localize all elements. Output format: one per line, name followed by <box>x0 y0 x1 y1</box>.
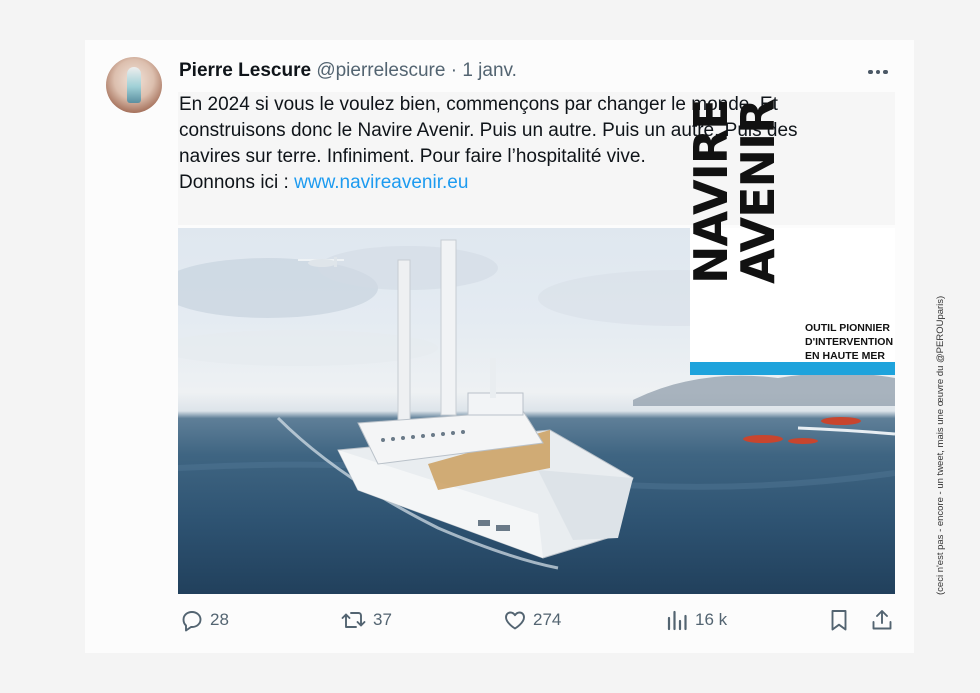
tweet-date[interactable]: 1 janv. <box>462 60 517 81</box>
action-bar: 28 37 274 16 k <box>0 608 980 634</box>
views-button[interactable]: 16 k <box>665 608 727 632</box>
tweet-text-line: En 2024 si vous le voulez bien, commenço… <box>179 94 778 115</box>
tweet-text-line: construisons donc le Navire Avenir. Puis… <box>179 120 798 141</box>
avatar[interactable] <box>106 57 162 113</box>
author-handle[interactable]: @pierrelescure <box>316 60 445 81</box>
avatar-figure <box>127 67 141 103</box>
like-icon <box>505 611 525 630</box>
reply-icon <box>182 611 202 632</box>
logo-wordmark: NAVIRE AVENIR <box>684 99 798 284</box>
reply-button[interactable]: 28 <box>180 608 229 632</box>
reply-count: 28 <box>210 610 229 629</box>
like-button[interactable]: 274 <box>503 608 561 632</box>
repost-icon <box>341 612 366 628</box>
logo-line: NAVIRE <box>684 99 738 284</box>
logo-accent-bar <box>690 362 895 375</box>
tweet-header: Pierre Lescure @pierrelescure · 1 janv. <box>179 60 517 82</box>
bookmark-button[interactable] <box>828 608 850 632</box>
views-count: 16 k <box>695 610 728 629</box>
separator-dot: · <box>450 60 458 81</box>
logo-subtitle-line: OUTIL PIONNIER <box>805 322 890 334</box>
repost-button[interactable]: 37 <box>341 608 392 632</box>
bookmark-icon <box>831 610 847 631</box>
navire-avenir-logo: NAVIRE AVENIR OUTIL PIONNIER D'INTERVENT… <box>684 99 895 375</box>
donate-prefix: Donnons ici : <box>179 172 295 193</box>
logo-subtitle: OUTIL PIONNIER D'INTERVENTION EN HAUTE M… <box>805 321 893 363</box>
share-icon <box>872 610 892 630</box>
logo-subtitle-line: D'INTERVENTION <box>805 336 894 348</box>
views-icon <box>667 610 687 631</box>
logo-subtitle-line: EN HAUTE MER <box>805 350 885 362</box>
share-button[interactable] <box>870 608 894 632</box>
like-count: 274 <box>533 610 562 629</box>
side-note: (ceci n'est pas - encore - un tweet, mai… <box>935 295 946 595</box>
repost-count: 37 <box>373 610 392 629</box>
logo-line: AVENIR <box>731 99 785 284</box>
donate-link[interactable]: www.navireavenir.eu <box>294 172 468 193</box>
more-icon[interactable] <box>868 66 894 78</box>
author-name[interactable]: Pierre Lescure <box>179 60 311 81</box>
